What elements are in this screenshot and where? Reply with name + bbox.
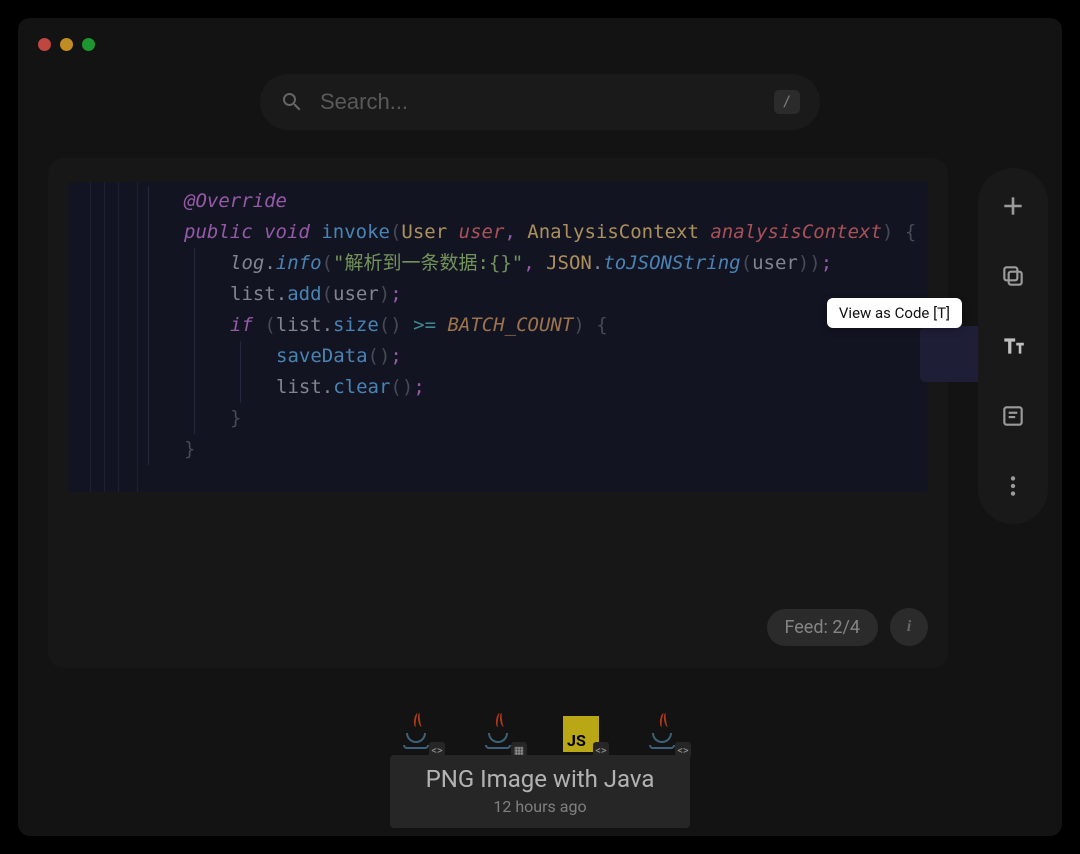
- more-vertical-icon: [1000, 473, 1026, 499]
- copy-button[interactable]: [997, 260, 1029, 292]
- search-input[interactable]: [320, 89, 758, 115]
- text-icon: [1000, 333, 1026, 359]
- search-bar[interactable]: /: [260, 74, 820, 130]
- code-line: saveData();: [68, 341, 928, 372]
- maximize-window-button[interactable]: [82, 38, 95, 51]
- view-as-code-tooltip: View as Code [T]: [827, 298, 962, 328]
- search-shortcut-badge: /: [774, 90, 800, 114]
- code-line: list.clear();: [68, 372, 928, 403]
- view-as-code-button[interactable]: [997, 330, 1029, 362]
- code-line: }: [68, 434, 928, 465]
- java-icon: [650, 719, 676, 749]
- minimize-window-button[interactable]: [60, 38, 73, 51]
- java-icon: [404, 719, 430, 749]
- code-line: @Override: [68, 186, 928, 217]
- code-line: public void invoke(User user, AnalysisCo…: [68, 217, 928, 248]
- feed-counter-badge[interactable]: Feed: 2/4: [767, 609, 879, 646]
- caption-time: 12 hours ago: [418, 797, 662, 816]
- window-controls: [38, 38, 95, 51]
- copy-icon: [1000, 263, 1026, 289]
- java-icon: [486, 719, 512, 749]
- side-toolbar: [978, 168, 1048, 524]
- code-line: list.add(user);: [68, 279, 928, 310]
- more-button[interactable]: [997, 470, 1029, 502]
- search-icon: [280, 90, 304, 114]
- code-block: @Overridepublic void invoke(User user, A…: [68, 182, 928, 492]
- thumbnail-item[interactable]: <>: [643, 714, 683, 754]
- info-button[interactable]: i: [890, 608, 928, 646]
- app-window: / @Overridepublic void invoke(User user,…: [18, 18, 1062, 836]
- add-button[interactable]: [997, 190, 1029, 222]
- snippet-card: @Overridepublic void invoke(User user, A…: [48, 158, 948, 668]
- caption-title: PNG Image with Java: [418, 765, 662, 793]
- thumbnail-item[interactable]: JS<>: [561, 714, 601, 754]
- note-icon: [1000, 403, 1026, 429]
- related-thumbnails: <> ▦ JS<> <>: [18, 714, 1062, 754]
- code-lines: @Overridepublic void invoke(User user, A…: [68, 186, 928, 465]
- code-line: log.info("解析到一条数据:{}", JSON.toJSONString…: [68, 248, 928, 279]
- code-line: }: [68, 403, 928, 434]
- thumbnail-item[interactable]: <>: [397, 714, 437, 754]
- thumbnail-item[interactable]: ▦: [479, 714, 519, 754]
- code-line: if (list.size() >= BATCH_COUNT) {: [68, 310, 928, 341]
- note-button[interactable]: [997, 400, 1029, 432]
- plus-icon: [1000, 193, 1026, 219]
- caption-box: PNG Image with Java 12 hours ago: [390, 755, 690, 828]
- close-window-button[interactable]: [38, 38, 51, 51]
